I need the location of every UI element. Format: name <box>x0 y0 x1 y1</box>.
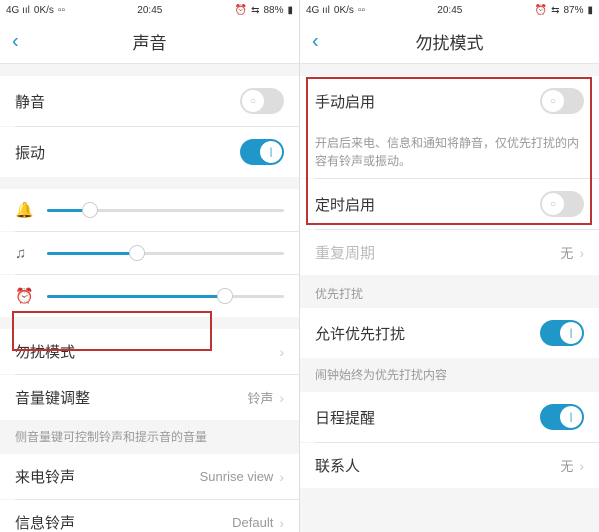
calendar-row[interactable]: 日程提醒 | <box>300 392 599 442</box>
nav-bar: ‹ 勿扰模式 <box>300 20 599 64</box>
scheduled-enable-label: 定时启用 <box>315 194 375 215</box>
manual-enable-row[interactable]: 手动启用 ○ <box>300 76 599 126</box>
msgtone-value: Default <box>232 515 273 530</box>
alarm-slider[interactable] <box>47 295 284 298</box>
manual-enable-label: 手动启用 <box>315 91 375 112</box>
contacts-row[interactable]: 联系人 无 › <box>300 443 599 488</box>
volume-keys-label: 音量键调整 <box>15 387 90 408</box>
sim-icon: ▫▫ <box>58 5 65 16</box>
back-button[interactable]: ‹ <box>312 30 319 53</box>
alarm-volume-row: ⏰ <box>0 275 299 317</box>
volume-keys-row[interactable]: 音量键调整 铃声 › <box>0 375 299 420</box>
wifi-icon: ⇆ <box>251 5 259 16</box>
silent-toggle[interactable]: ○ <box>240 88 284 114</box>
battery-percent: 88% <box>263 5 283 16</box>
network-indicator: 4G ııl <box>306 5 330 16</box>
clock: 20:45 <box>437 5 462 16</box>
dnd-label: 勿扰模式 <box>15 341 75 362</box>
ringtone-label: 来电铃声 <box>15 466 75 487</box>
repeat-row: 重复周期 无 › <box>300 230 599 275</box>
sim-icon: ▫▫ <box>358 5 365 16</box>
right-screen: 4G ııl 0K/s ▫▫ 20:45 ⏰ ⇆ 87% ▮ ‹ 勿扰模式 手动… <box>299 0 599 532</box>
chevron-right-icon: › <box>579 458 584 474</box>
manual-enable-note: 开启后来电、信息和通知将静音，仅优先打扰的内容有铃声或振动。 <box>300 126 599 178</box>
clock: 20:45 <box>137 5 162 16</box>
media-slider[interactable] <box>47 252 284 255</box>
chevron-right-icon: › <box>279 515 284 531</box>
scheduled-enable-row[interactable]: 定时启用 ○ <box>300 179 599 229</box>
volume-keys-note: 侧音量键可控制铃声和提示音的音量 <box>0 420 299 454</box>
vibrate-toggle[interactable]: | <box>240 139 284 165</box>
status-bar: 4G ııl 0K/s ▫▫ 20:45 ⏰ ⇆ 87% ▮ <box>300 0 599 20</box>
contacts-value: 无 <box>560 456 573 475</box>
ringtone-row[interactable]: 来电铃声 Sunrise view › <box>0 454 299 499</box>
battery-icon: ▮ <box>587 5 593 16</box>
vibrate-row[interactable]: 振动 | <box>0 127 299 177</box>
ringer-volume-row: 🔔 <box>0 189 299 231</box>
battery-icon: ▮ <box>287 5 293 16</box>
manual-enable-toggle[interactable]: ○ <box>540 88 584 114</box>
network-indicator: 4G ııl <box>6 5 30 16</box>
alarm-icon: ⏰ <box>15 287 35 305</box>
net-speed: 0K/s <box>334 5 354 16</box>
alarm-priority-note: 闹钟始终为优先打扰内容 <box>300 358 599 392</box>
dnd-row[interactable]: 勿扰模式 › <box>0 329 299 374</box>
nav-bar: ‹ 声音 <box>0 20 299 64</box>
chevron-right-icon: › <box>279 390 284 406</box>
media-volume-row: ♫ <box>0 232 299 274</box>
silent-row[interactable]: 静音 ○ <box>0 76 299 126</box>
contacts-label: 联系人 <box>315 455 360 476</box>
page-title: 声音 <box>133 29 167 54</box>
battery-percent: 87% <box>563 5 583 16</box>
page-title: 勿扰模式 <box>416 29 484 54</box>
music-icon: ♫ <box>15 245 35 262</box>
content-scroll[interactable]: 静音 ○ 振动 | 🔔 ♫ ⏰ <box>0 64 299 532</box>
scheduled-enable-toggle[interactable]: ○ <box>540 191 584 217</box>
alarm-status-icon: ⏰ <box>535 5 547 16</box>
msgtone-row[interactable]: 信息铃声 Default › <box>0 500 299 532</box>
repeat-value: 无 <box>560 243 573 262</box>
priority-header: 优先打扰 <box>300 275 599 308</box>
wifi-icon: ⇆ <box>551 5 559 16</box>
bell-icon: 🔔 <box>15 201 35 219</box>
calendar-label: 日程提醒 <box>315 407 375 428</box>
allow-priority-label: 允许优先打扰 <box>315 323 405 344</box>
back-button[interactable]: ‹ <box>12 30 19 53</box>
silent-label: 静音 <box>15 91 45 112</box>
chevron-right-icon: › <box>579 245 584 261</box>
repeat-label: 重复周期 <box>315 242 375 263</box>
calendar-toggle[interactable]: | <box>540 404 584 430</box>
vibrate-label: 振动 <box>15 142 45 163</box>
chevron-right-icon: › <box>279 344 284 360</box>
ringer-slider[interactable] <box>47 209 284 212</box>
ringtone-value: Sunrise view <box>200 469 274 484</box>
content-scroll[interactable]: 手动启用 ○ 开启后来电、信息和通知将静音，仅优先打扰的内容有铃声或振动。 定时… <box>300 64 599 532</box>
allow-priority-toggle[interactable]: | <box>540 320 584 346</box>
status-bar: 4G ııl 0K/s ▫▫ 20:45 ⏰ ⇆ 88% ▮ <box>0 0 299 20</box>
left-screen: 4G ııl 0K/s ▫▫ 20:45 ⏰ ⇆ 88% ▮ ‹ 声音 静音 ○… <box>0 0 299 532</box>
chevron-right-icon: › <box>279 469 284 485</box>
msgtone-label: 信息铃声 <box>15 512 75 532</box>
alarm-status-icon: ⏰ <box>235 5 247 16</box>
net-speed: 0K/s <box>34 5 54 16</box>
allow-priority-row[interactable]: 允许优先打扰 | <box>300 308 599 358</box>
volume-keys-value: 铃声 <box>247 388 273 407</box>
